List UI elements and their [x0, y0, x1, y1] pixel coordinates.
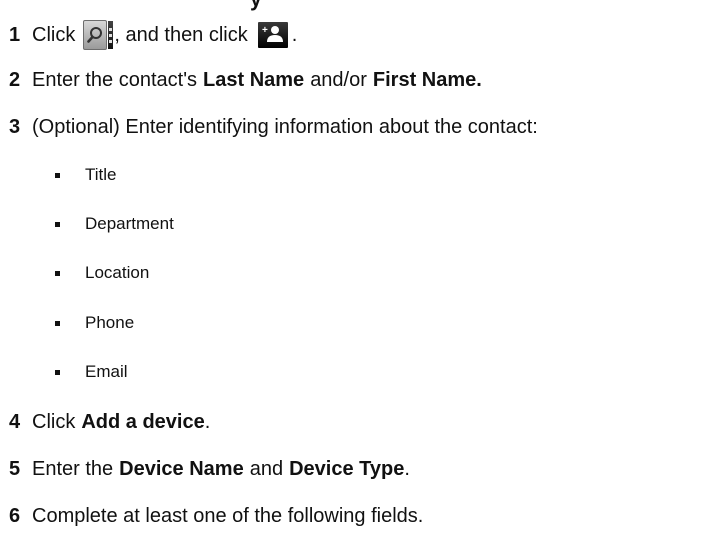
bullet-marker — [55, 369, 60, 375]
bullet-text: Email — [85, 362, 128, 381]
step-1: 1 Click , and then click + . — [0, 20, 297, 50]
step-text: . — [291, 23, 298, 46]
bullet-marker — [55, 172, 60, 178]
instructions-page: y 1 Click , and then click + — [0, 0, 724, 544]
bullet-text: Title — [85, 165, 117, 184]
step-2: 2 Enter the contact's Last Name and/or F… — [0, 65, 482, 95]
bullet-item: Department — [55, 212, 174, 236]
bullet-marker — [55, 221, 60, 227]
step-5: 5 Enter the Device Name and Device Type … — [0, 454, 410, 484]
bullet-item: Email — [55, 360, 128, 384]
bullet-item: Location — [55, 261, 149, 285]
step-bold-text: Add a device — [81, 410, 205, 433]
step-bold-text: Device Name — [119, 457, 244, 480]
bullet-text: Department — [85, 214, 174, 233]
step-bold-text: Device Type — [289, 457, 405, 480]
step-text: Click — [32, 410, 76, 433]
bullet-marker — [55, 270, 60, 276]
step-text: . — [404, 457, 410, 480]
step-text: , and then click — [114, 23, 248, 46]
step-text: and/or — [310, 68, 367, 91]
bullet-item: Title — [55, 163, 117, 187]
bullet-text: Phone — [85, 313, 135, 332]
step-number: 1 — [9, 23, 21, 46]
step-3: 3 (Optional) Enter identifying informati… — [0, 112, 538, 142]
bullet-text: Location — [85, 263, 150, 282]
step-number: 5 — [9, 457, 21, 480]
step-text: . — [204, 410, 211, 433]
step-text: Enter the contact's — [32, 68, 198, 91]
svg-text:+: + — [262, 25, 268, 36]
step-text: (Optional) Enter identifying information… — [32, 115, 538, 138]
step-number: 3 — [9, 115, 21, 138]
step-text: Complete at least one of the following f… — [32, 504, 424, 527]
section-heading-fragment: y — [250, 0, 262, 12]
add-contact-icon: + — [257, 22, 288, 48]
step-number: 2 — [9, 68, 21, 91]
step-text: Click — [32, 23, 76, 46]
step-bold-text: First Name. — [372, 68, 482, 91]
bullet-item: Phone — [55, 311, 134, 335]
step-number: 6 — [9, 504, 21, 527]
step-bold-text: Last Name — [203, 68, 305, 91]
step-4: 4 Click Add a device . — [0, 407, 210, 437]
directory-search-icon — [83, 20, 114, 50]
step-text: Enter the — [32, 457, 114, 480]
step-6: 6 Complete at least one of the following… — [0, 501, 423, 531]
bullet-marker — [55, 320, 60, 326]
step-text: and — [249, 457, 284, 480]
step-number: 4 — [9, 410, 21, 433]
